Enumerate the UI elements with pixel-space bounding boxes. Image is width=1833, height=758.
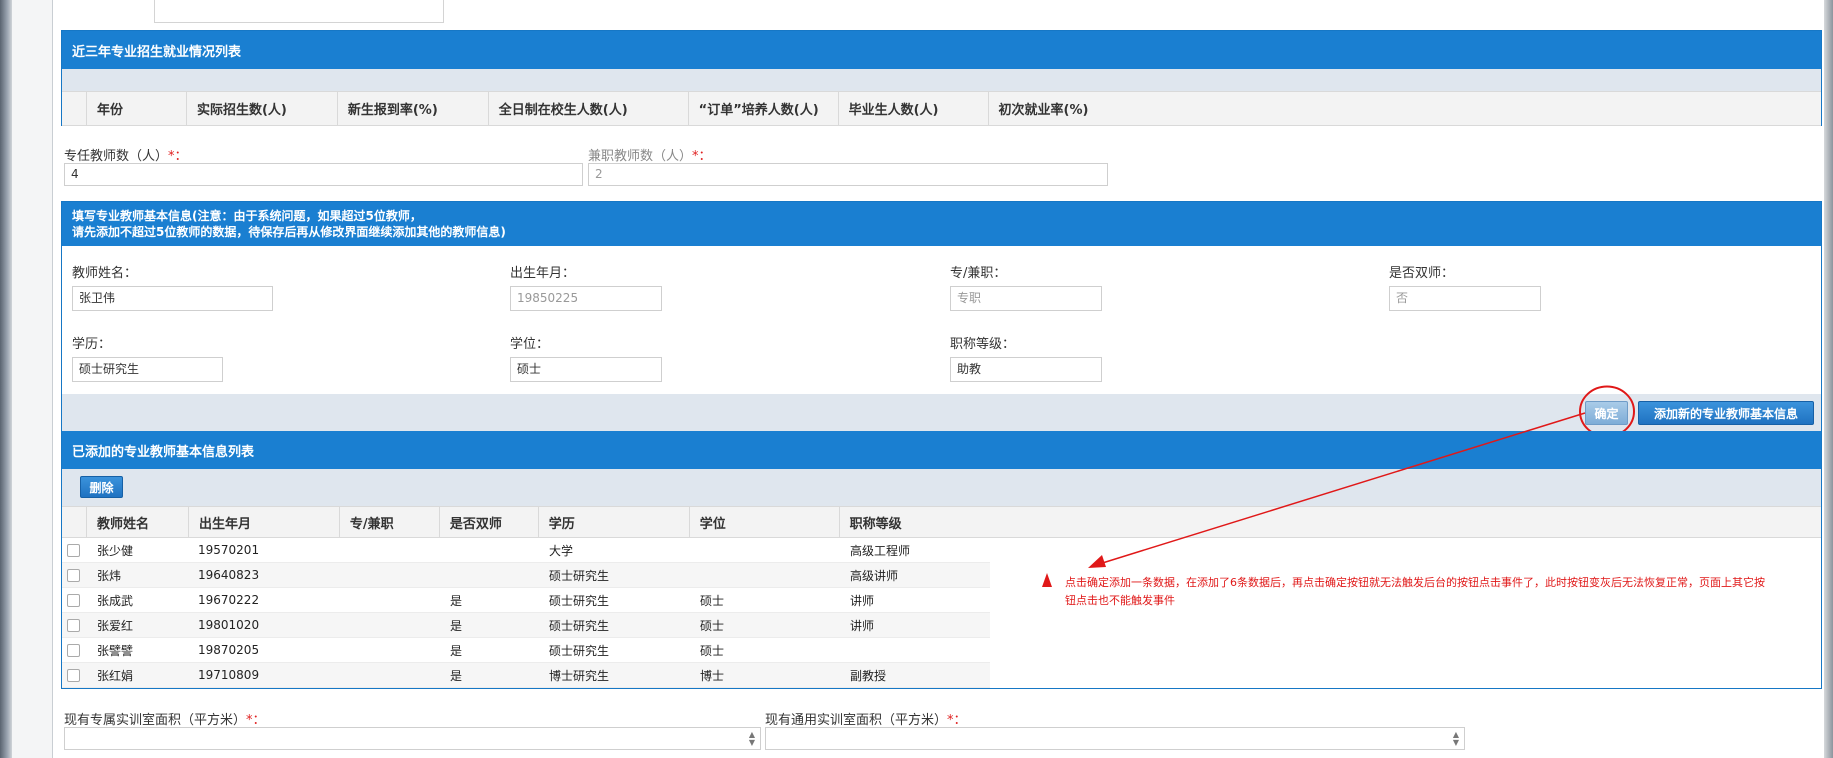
cell-name: 张譬譬	[97, 643, 134, 658]
title-rank-input[interactable]: 助教	[950, 357, 1102, 382]
cell-dual: 是	[450, 618, 463, 633]
cell-birth: 19710809	[198, 668, 260, 682]
cell-dual: 是	[450, 643, 463, 658]
enrollment-toolbar	[62, 69, 1821, 91]
delete-button[interactable]: 删除	[80, 476, 123, 498]
cell-edu: 硕士研究生	[549, 593, 610, 608]
enrollment-header-row: 年份 实际招生数(人) 新生报到率(%) 全日制在校生人数(人) “订单”培养人…	[62, 91, 1821, 126]
degree-input[interactable]: 硕士	[510, 357, 662, 382]
table-row[interactable]: 张炜 19640823 硕士研究生 高级讲师	[62, 563, 990, 588]
row-checkbox[interactable]	[67, 618, 80, 632]
birth-input[interactable]: 19850225	[510, 286, 662, 311]
general-area-label: 现有通用实训室面积（平方米）*：	[765, 713, 967, 728]
teacher-col-birth[interactable]: 出生年月	[187, 507, 339, 537]
cell-name: 张炜	[97, 568, 122, 583]
teacher-col-type[interactable]: 专/兼职	[338, 507, 439, 537]
cell-degree: 硕士	[700, 643, 725, 658]
enrollment-col-actual[interactable]: 实际招生数(人)	[185, 92, 337, 125]
annotation-note: 点击确定添加一条数据，在添加了6条数据后，再点击确定按钮就无法触发后台的按钮点击…	[1065, 576, 1765, 607]
table-row[interactable]: 张红娟 19710809 是 博士研究生 博士 副教授	[62, 663, 990, 688]
table-row[interactable]: 张少健 19570201 大学 高级工程师	[62, 538, 990, 563]
teacher-col-degree[interactable]: 学位	[688, 507, 839, 537]
teacher-col-name[interactable]: 教师姓名	[85, 507, 188, 537]
degree-label: 学位：	[510, 337, 550, 352]
dedicated-area-label: 现有专属实训室面积（平方米）*：	[64, 713, 266, 728]
enrollment-panel-title: 近三年专业招生就业情况列表	[62, 31, 1821, 69]
cell-name: 张爱红	[97, 618, 134, 633]
teacher-col-edu[interactable]: 学历	[537, 507, 689, 537]
birth-label: 出生年月：	[510, 266, 576, 281]
enrollment-col-fulltime[interactable]: 全日制在校生人数(人)	[487, 92, 688, 125]
education-label: 学历：	[72, 337, 112, 352]
cell-birth: 19870205	[198, 643, 260, 657]
employment-type-label: 专/兼职：	[950, 266, 1007, 281]
dual-teacher-input[interactable]: 否	[1389, 286, 1541, 311]
row-checkbox[interactable]	[67, 643, 80, 657]
parttime-teachers-input[interactable]: 2	[588, 163, 1108, 186]
general-area-spinner[interactable]: ▲ ▼	[1450, 728, 1462, 750]
enrollment-col-graduates[interactable]: 毕业生人数(人)	[837, 92, 988, 125]
cell-title: 高级讲师	[850, 568, 899, 583]
enrollment-check-column	[62, 92, 86, 125]
enrollment-col-report-rate[interactable]: 新生报到率(%)	[336, 92, 488, 125]
teacher-col-dual[interactable]: 是否双师	[438, 507, 538, 537]
cell-edu: 大学	[549, 543, 574, 558]
cell-degree: 硕士	[700, 618, 725, 633]
row-checkbox[interactable]	[67, 593, 80, 607]
window-left-edge	[0, 0, 12, 758]
cell-edu: 硕士研究生	[549, 643, 610, 658]
cell-dual: 是	[450, 593, 463, 608]
table-row[interactable]: 张成武 19670222 是 硕士研究生 硕士 讲师	[62, 588, 990, 613]
annotation-arrow	[1088, 412, 1586, 568]
warning-triangle-icon	[1042, 573, 1052, 587]
table-row[interactable]: 张譬譬 19870205 是 硕士研究生 硕士	[62, 638, 990, 663]
enrollment-col-order[interactable]: “订单”培养人数(人)	[687, 92, 838, 125]
teacher-list-check-column	[62, 507, 86, 537]
title-rank-label: 职称等级：	[950, 337, 1016, 352]
cell-edu: 硕士研究生	[549, 568, 610, 583]
dedicated-area-input[interactable]: ▲ ▼	[64, 727, 761, 750]
enrollment-panel: 近三年专业招生就业情况列表 年份 实际招生数(人) 新生报到率(%) 全日制在校…	[61, 30, 1822, 126]
teacher-name-input[interactable]: 张卫伟	[72, 286, 273, 311]
cell-birth: 19640823	[198, 568, 260, 582]
row-checkbox[interactable]	[67, 668, 80, 682]
cell-title: 副教授	[850, 668, 887, 683]
teacher-form-title: 填写专业教师基本信息(注意：由于系统问题，如果超过5位教师， 请先添加不超过5位…	[62, 202, 1821, 246]
cell-dual: 是	[450, 668, 463, 683]
cell-name: 张少健	[97, 543, 134, 558]
enrollment-col-employment[interactable]: 初次就业率(%)	[987, 92, 1822, 125]
add-new-teacher-button[interactable]: 添加新的专业教师基本信息	[1638, 401, 1814, 425]
cell-edu: 硕士研究生	[549, 618, 610, 633]
dual-teacher-label: 是否双师：	[1389, 266, 1455, 281]
cell-name: 张红娟	[97, 668, 134, 683]
cell-degree: 博士	[700, 668, 725, 683]
dedicated-area-spinner[interactable]: ▲ ▼	[746, 728, 758, 750]
cell-title: 讲师	[850, 593, 875, 608]
parttime-teachers-label: 兼职教师数（人）*：	[588, 149, 712, 164]
window-right-edge	[1824, 0, 1833, 758]
fulltime-teachers-label: 专任教师数（人）*：	[64, 149, 188, 164]
cell-birth: 19570201	[198, 543, 260, 557]
teacher-name-label: 教师姓名：	[72, 266, 138, 281]
cell-birth: 19801020	[198, 618, 260, 632]
row-checkbox[interactable]	[67, 543, 80, 557]
cell-birth: 19670222	[198, 593, 260, 607]
table-row[interactable]: 张爱红 19801020 是 硕士研究生 硕士 讲师	[62, 613, 990, 638]
cell-title: 讲师	[850, 618, 875, 633]
employment-type-input[interactable]: 专职	[950, 286, 1102, 311]
top-partial-field	[154, 0, 444, 23]
fulltime-teachers-input[interactable]: 4	[64, 163, 583, 186]
cell-edu: 博士研究生	[549, 668, 610, 683]
cell-title: 高级工程师	[850, 543, 911, 558]
row-checkbox[interactable]	[67, 568, 80, 582]
cell-name: 张成武	[97, 593, 134, 608]
page-left-margin	[12, 0, 53, 758]
education-input[interactable]: 硕士研究生	[72, 357, 223, 382]
enrollment-col-year[interactable]: 年份	[85, 92, 186, 125]
general-area-input[interactable]: ▲ ▼	[765, 727, 1465, 750]
cell-degree: 硕士	[700, 593, 725, 608]
